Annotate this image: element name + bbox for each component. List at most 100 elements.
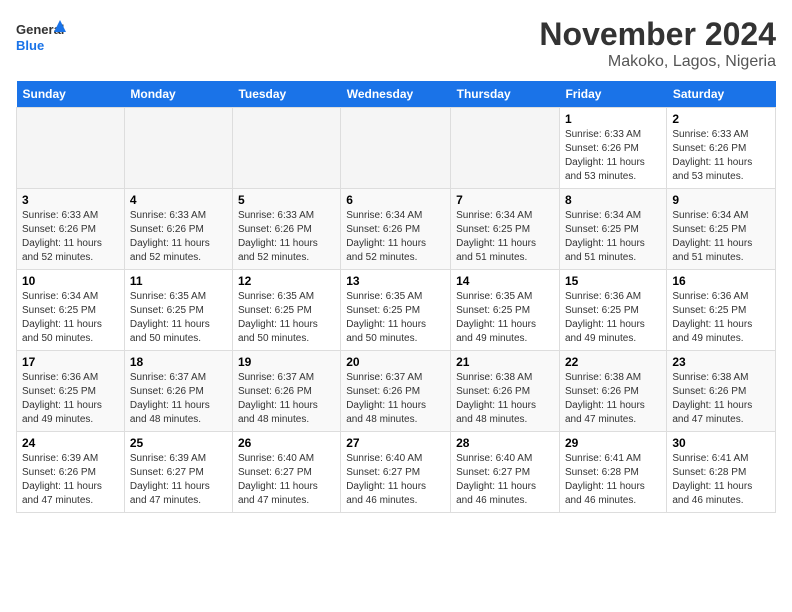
calendar-cell — [232, 108, 340, 189]
day-number: 22 — [565, 355, 661, 369]
day-number: 18 — [130, 355, 227, 369]
day-number: 29 — [565, 436, 661, 450]
day-number: 1 — [565, 112, 661, 126]
day-info: Sunrise: 6:34 AM Sunset: 6:25 PM Dayligh… — [672, 209, 770, 265]
calendar-cell — [17, 108, 125, 189]
calendar-cell: 19 Sunrise: 6:37 AM Sunset: 6:26 PM Dayli… — [232, 351, 340, 432]
day-info: Sunrise: 6:35 AM Sunset: 6:25 PM Dayligh… — [238, 290, 335, 346]
day-number: 12 — [238, 274, 335, 288]
day-info: Sunrise: 6:35 AM Sunset: 6:25 PM Dayligh… — [130, 290, 227, 346]
title-area: November 2024 Makoko, Lagos, Nigeria — [539, 16, 776, 71]
day-number: 20 — [346, 355, 445, 369]
calendar-week-2: 3 Sunrise: 6:33 AM Sunset: 6:26 PM Daylig… — [17, 189, 776, 270]
calendar-cell: 7Sunrise: 6:34 AM Sunset: 6:25 PM Daylig… — [451, 189, 560, 270]
calendar-week-4: 17 Sunrise: 6:36 AM Sunset: 6:25 PM Dayli… — [17, 351, 776, 432]
day-info: Sunrise: 6:33 AM Sunset: 6:26 PM Dayligh… — [672, 128, 770, 184]
logo-svg: General Blue — [16, 16, 66, 58]
day-info: Sunrise: 6:34 AM Sunset: 6:26 PM Dayligh… — [346, 209, 445, 265]
calendar-cell: 26Sunrise: 6:40 AM Sunset: 6:27 PM Dayli… — [232, 432, 340, 513]
day-number: 27 — [346, 436, 445, 450]
day-number: 13 — [346, 274, 445, 288]
calendar-cell: 1 Sunrise: 6:33 AM Sunset: 6:26 PM Daylig… — [559, 108, 666, 189]
day-info: Sunrise: 6:40 AM Sunset: 6:27 PM Dayligh… — [456, 452, 554, 508]
col-tuesday: Tuesday — [232, 81, 340, 108]
calendar-cell: 3 Sunrise: 6:33 AM Sunset: 6:26 PM Daylig… — [17, 189, 125, 270]
location-subtitle: Makoko, Lagos, Nigeria — [539, 53, 776, 71]
day-number: 19 — [238, 355, 335, 369]
day-info: Sunrise: 6:35 AM Sunset: 6:25 PM Dayligh… — [456, 290, 554, 346]
day-info: Sunrise: 6:40 AM Sunset: 6:27 PM Dayligh… — [346, 452, 445, 508]
day-info: Sunrise: 6:38 AM Sunset: 6:26 PM Dayligh… — [672, 371, 770, 427]
day-number: 15 — [565, 274, 661, 288]
calendar-cell: 5 Sunrise: 6:33 AM Sunset: 6:26 PM Daylig… — [232, 189, 340, 270]
calendar-cell: 25Sunrise: 6:39 AM Sunset: 6:27 PM Dayli… — [124, 432, 232, 513]
calendar-cell: 4 Sunrise: 6:33 AM Sunset: 6:26 PM Daylig… — [124, 189, 232, 270]
day-info: Sunrise: 6:37 AM Sunset: 6:26 PM Dayligh… — [130, 371, 227, 427]
calendar-cell: 23 Sunrise: 6:38 AM Sunset: 6:26 PM Dayli… — [667, 351, 776, 432]
day-number: 9 — [672, 193, 770, 207]
day-info: Sunrise: 6:38 AM Sunset: 6:26 PM Dayligh… — [456, 371, 554, 427]
day-number: 4 — [130, 193, 227, 207]
calendar-cell: 17 Sunrise: 6:36 AM Sunset: 6:25 PM Dayli… — [17, 351, 125, 432]
calendar-week-5: 24Sunrise: 6:39 AM Sunset: 6:26 PM Dayli… — [17, 432, 776, 513]
calendar-cell: 9 Sunrise: 6:34 AM Sunset: 6:25 PM Daylig… — [667, 189, 776, 270]
day-number: 3 — [22, 193, 119, 207]
month-title: November 2024 — [539, 16, 776, 53]
day-info: Sunrise: 6:36 AM Sunset: 6:25 PM Dayligh… — [22, 371, 119, 427]
logo: General Blue — [16, 16, 66, 58]
col-saturday: Saturday — [667, 81, 776, 108]
calendar-cell: 22 Sunrise: 6:38 AM Sunset: 6:26 PM Dayli… — [559, 351, 666, 432]
calendar-cell: 29Sunrise: 6:41 AM Sunset: 6:28 PM Dayli… — [559, 432, 666, 513]
day-number: 28 — [456, 436, 554, 450]
day-info: Sunrise: 6:36 AM Sunset: 6:25 PM Dayligh… — [672, 290, 770, 346]
calendar-cell: 14Sunrise: 6:35 AM Sunset: 6:25 PM Dayli… — [451, 270, 560, 351]
day-number: 11 — [130, 274, 227, 288]
day-info: Sunrise: 6:38 AM Sunset: 6:26 PM Dayligh… — [565, 371, 661, 427]
calendar-cell: 12 Sunrise: 6:35 AM Sunset: 6:25 PM Dayli… — [232, 270, 340, 351]
calendar-cell: 13 Sunrise: 6:35 AM Sunset: 6:25 PM Dayli… — [341, 270, 451, 351]
day-number: 25 — [130, 436, 227, 450]
day-info: Sunrise: 6:41 AM Sunset: 6:28 PM Dayligh… — [672, 452, 770, 508]
day-info: Sunrise: 6:33 AM Sunset: 6:26 PM Dayligh… — [565, 128, 661, 184]
day-info: Sunrise: 6:34 AM Sunset: 6:25 PM Dayligh… — [565, 209, 661, 265]
day-number: 5 — [238, 193, 335, 207]
day-number: 26 — [238, 436, 335, 450]
calendar-cell: 30Sunrise: 6:41 AM Sunset: 6:28 PM Dayli… — [667, 432, 776, 513]
day-number: 16 — [672, 274, 770, 288]
calendar-cell: 10 Sunrise: 6:34 AM Sunset: 6:25 PM Dayli… — [17, 270, 125, 351]
day-info: Sunrise: 6:36 AM Sunset: 6:25 PM Dayligh… — [565, 290, 661, 346]
svg-text:Blue: Blue — [16, 38, 44, 53]
day-info: Sunrise: 6:35 AM Sunset: 6:25 PM Dayligh… — [346, 290, 445, 346]
calendar-cell: 28 Sunrise: 6:40 AM Sunset: 6:27 PM Dayli… — [451, 432, 560, 513]
calendar-cell: 27 Sunrise: 6:40 AM Sunset: 6:27 PM Dayli… — [341, 432, 451, 513]
calendar-cell — [341, 108, 451, 189]
day-info: Sunrise: 6:34 AM Sunset: 6:25 PM Dayligh… — [22, 290, 119, 346]
calendar-cell: 15 Sunrise: 6:36 AM Sunset: 6:25 PM Dayli… — [559, 270, 666, 351]
day-number: 23 — [672, 355, 770, 369]
day-info: Sunrise: 6:33 AM Sunset: 6:26 PM Dayligh… — [22, 209, 119, 265]
calendar-cell: 11 Sunrise: 6:35 AM Sunset: 6:25 PM Dayli… — [124, 270, 232, 351]
page-header: General Blue November 2024 Makoko, Lagos… — [16, 16, 776, 71]
day-info: Sunrise: 6:37 AM Sunset: 6:26 PM Dayligh… — [238, 371, 335, 427]
calendar-week-3: 10 Sunrise: 6:34 AM Sunset: 6:25 PM Dayli… — [17, 270, 776, 351]
col-monday: Monday — [124, 81, 232, 108]
calendar-cell: 8 Sunrise: 6:34 AM Sunset: 6:25 PM Daylig… — [559, 189, 666, 270]
calendar-cell — [124, 108, 232, 189]
col-sunday: Sunday — [17, 81, 125, 108]
day-number: 17 — [22, 355, 119, 369]
day-number: 10 — [22, 274, 119, 288]
day-number: 6 — [346, 193, 445, 207]
col-wednesday: Wednesday — [341, 81, 451, 108]
day-info: Sunrise: 6:39 AM Sunset: 6:26 PM Dayligh… — [22, 452, 119, 508]
col-friday: Friday — [559, 81, 666, 108]
day-info: Sunrise: 6:33 AM Sunset: 6:26 PM Dayligh… — [238, 209, 335, 265]
col-thursday: Thursday — [451, 81, 560, 108]
calendar-cell: 20Sunrise: 6:37 AM Sunset: 6:26 PM Dayli… — [341, 351, 451, 432]
calendar-cell: 16 Sunrise: 6:36 AM Sunset: 6:25 PM Dayli… — [667, 270, 776, 351]
calendar-cell: 24Sunrise: 6:39 AM Sunset: 6:26 PM Dayli… — [17, 432, 125, 513]
calendar-cell: 18 Sunrise: 6:37 AM Sunset: 6:26 PM Dayli… — [124, 351, 232, 432]
day-number: 8 — [565, 193, 661, 207]
day-info: Sunrise: 6:33 AM Sunset: 6:26 PM Dayligh… — [130, 209, 227, 265]
header-row: Sunday Monday Tuesday Wednesday Thursday… — [17, 81, 776, 108]
calendar-cell — [451, 108, 560, 189]
